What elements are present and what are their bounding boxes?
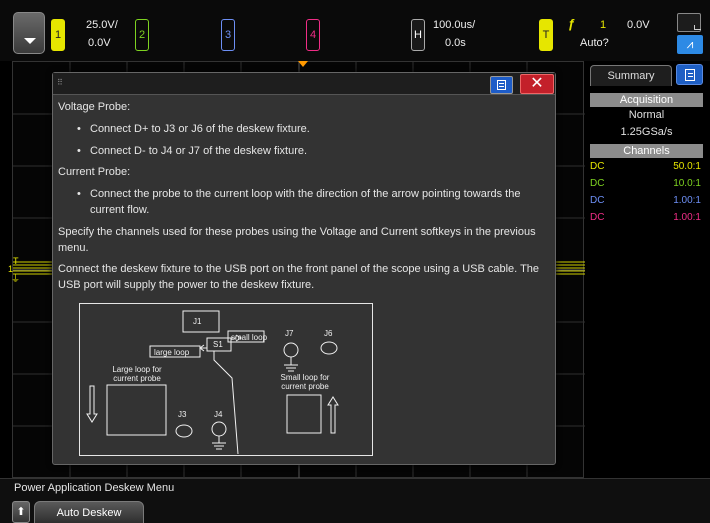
channel-2-badge[interactable]: 2	[135, 19, 149, 51]
channel-1-offset: 0.0V	[88, 37, 111, 49]
sample-rate: 1.25GSa/s	[620, 126, 673, 138]
main-menu-button[interactable]	[13, 12, 45, 54]
close-button[interactable]: ✕	[520, 74, 554, 94]
large-loop-label: Large loop for current probe	[112, 365, 162, 383]
voltage-instruction: Connect D- to J4 or J7 of the deskew fix…	[77, 143, 540, 159]
small-loop-tag: small loop	[231, 333, 268, 342]
ground-icon: ⏚	[11, 274, 21, 284]
trigger-level-marker[interactable]: T	[13, 256, 19, 266]
timebase-value: 100.0us/	[433, 19, 476, 31]
drag-grip-icon[interactable]: ⠿	[57, 78, 63, 87]
channel-4-badge[interactable]: 4	[306, 19, 320, 51]
channel-1-badge[interactable]: 1	[51, 19, 65, 51]
sidebar-menu-button[interactable]	[676, 64, 703, 85]
connect-fixture-text: Connect the deskew fixture to the USB po…	[58, 263, 540, 291]
display-icon[interactable]	[677, 13, 701, 32]
rising-edge-icon: ƒ	[568, 16, 576, 31]
auto-deskew-softkey[interactable]: Auto Deskew	[34, 501, 144, 523]
dialog-title-bar[interactable]: ⠿ ✕	[53, 73, 555, 95]
channels-heading: Channels	[590, 144, 703, 158]
waveform-icon[interactable]: ⩘	[677, 35, 703, 54]
current-probe-heading: Current Probe:	[58, 166, 131, 178]
help-dialog: ⠿ ✕ Voltage Probe: Connect D+ to J3 or J…	[52, 72, 556, 465]
j6-label: J6	[324, 329, 333, 338]
acquisition-mode: Normal	[628, 109, 665, 121]
s1-label: S1	[213, 340, 223, 349]
list-icon	[685, 69, 695, 81]
j7-label: J7	[285, 329, 294, 338]
tab-summary[interactable]: Summary	[590, 65, 672, 86]
list-icon	[497, 80, 506, 90]
channel-3-badge[interactable]: 3	[221, 19, 235, 51]
menu-title: Power Application Deskew Menu	[14, 482, 175, 494]
trigger-position-marker[interactable]	[298, 61, 308, 67]
delay-value: 0.0s	[445, 37, 466, 49]
j1-label: J1	[193, 317, 202, 326]
current-instruction: Connect the probe to the current loop wi…	[77, 186, 540, 218]
summary-sidebar: Summary Acquisition Normal 1.25GSa/s Cha…	[585, 61, 710, 478]
j4-label: J4	[214, 410, 223, 419]
trigger-mode: Auto?	[580, 37, 609, 49]
softkey-menu-bar: Power Application Deskew Menu ⬆ Auto Des…	[0, 478, 710, 523]
deskew-fixture-diagram: J1 S1 small loop large loop J7 J6 J3 J4 …	[79, 303, 373, 456]
dialog-menu-button[interactable]	[490, 76, 513, 94]
voltage-instruction: Connect D+ to J3 or J6 of the deskew fix…	[77, 121, 540, 137]
horizontal-badge[interactable]: H	[411, 19, 425, 51]
voltage-probe-heading: Voltage Probe:	[58, 101, 131, 113]
channel-1-scale: 25.0V/	[86, 19, 118, 31]
trigger-level: 0.0V	[627, 19, 650, 31]
j3-label: J3	[178, 410, 187, 419]
specify-channels-text: Specify the channels used for these prob…	[58, 226, 536, 254]
small-loop-label: Small loop for current probe	[280, 373, 330, 391]
trigger-source: 1	[600, 19, 607, 31]
chevron-down-icon	[24, 38, 36, 44]
trigger-badge[interactable]: T	[539, 19, 553, 51]
large-loop-tag: large loop	[154, 348, 190, 357]
back-button[interactable]: ⬆	[12, 501, 30, 523]
status-bar: 1 25.0V/ 0.0V 2 3 4 H 100.0us/ 0.0s T ƒ …	[0, 0, 710, 61]
acquisition-heading: Acquisition	[590, 93, 703, 107]
